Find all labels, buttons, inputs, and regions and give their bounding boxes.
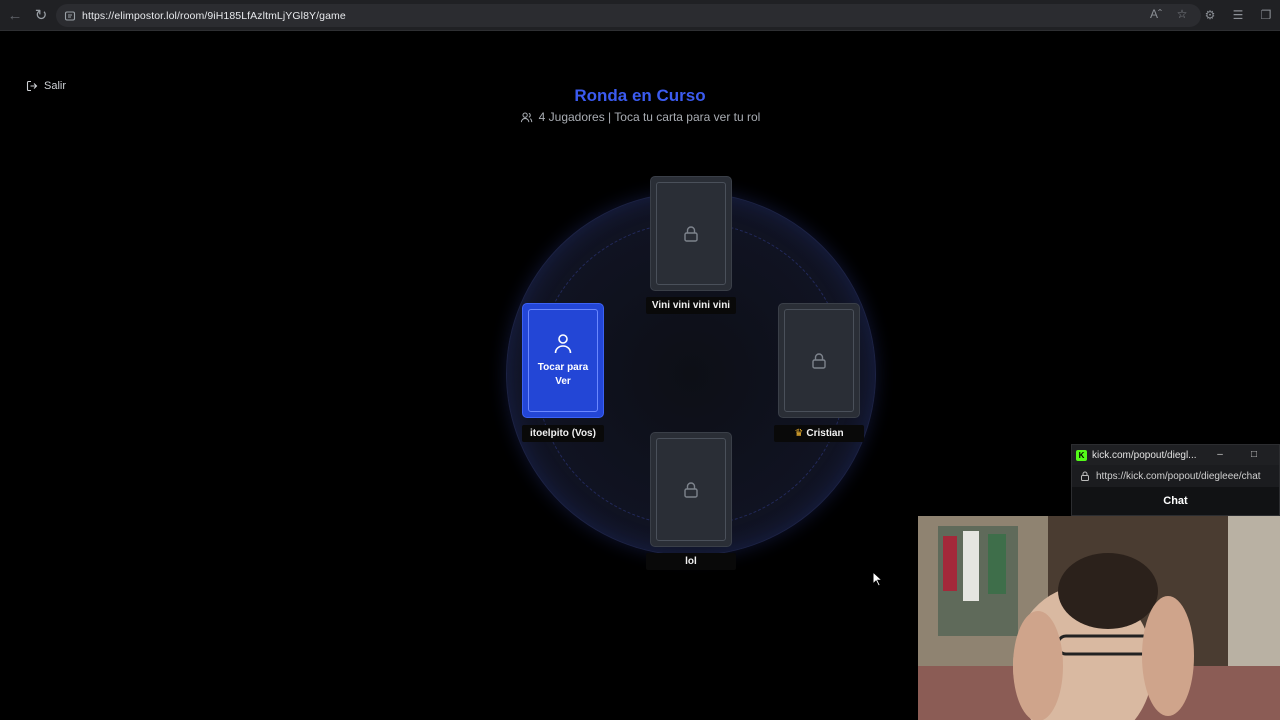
- player-name-me: itoelpito (Vos): [522, 425, 604, 442]
- kick-logo-icon: K: [1076, 449, 1087, 461]
- favorites-icon[interactable]: ☰: [1230, 7, 1246, 23]
- site-info-icon[interactable]: [64, 10, 76, 22]
- url-text: https://elimpostor.lol/room/9iH185LfAzlt…: [82, 9, 346, 22]
- lock-icon: [1081, 471, 1089, 481]
- favorite-star-icon[interactable]: ☆: [1174, 6, 1190, 22]
- page-title: Ronda en Curso: [574, 86, 706, 105]
- my-card[interactable]: Tocar para Ver: [522, 303, 604, 418]
- maximize-icon[interactable]: □: [1248, 449, 1260, 460]
- player-name-right-label: Cristian: [806, 428, 844, 439]
- player-name-top: Vini vini vini vini: [646, 297, 736, 314]
- browser-toolbar: ← ↻ https://elimpostor.lol/room/9iH185Lf…: [0, 0, 1280, 31]
- minimize-icon[interactable]: –: [1214, 449, 1226, 460]
- mouse-cursor-icon: [872, 571, 884, 587]
- player-card-top[interactable]: [650, 176, 732, 291]
- player-card-bottom[interactable]: [650, 432, 732, 547]
- lock-icon: [812, 352, 826, 369]
- users-icon: [520, 112, 532, 122]
- crown-icon: ♛: [794, 428, 804, 439]
- user-icon: [554, 333, 572, 353]
- player-name-right: ♛ Cristian: [774, 425, 864, 442]
- popout-title: kick.com/popout/diegl...: [1092, 449, 1197, 461]
- reload-icon[interactable]: ↻: [28, 2, 54, 28]
- chat-popout-window[interactable]: K kick.com/popout/diegl... – □ https://k…: [1071, 444, 1280, 516]
- player-name-bottom: lol: [646, 553, 736, 570]
- round-subtitle: 4 Jugadores | Toca tu carta para ver tu …: [538, 110, 761, 124]
- webcam-image: [918, 516, 1280, 720]
- address-bar[interactable]: https://elimpostor.lol/room/9iH185LfAzlt…: [56, 4, 1201, 27]
- chat-header: Chat: [1072, 487, 1279, 515]
- player-card-right[interactable]: [778, 303, 860, 418]
- read-aloud-icon[interactable]: Aˆ: [1148, 6, 1164, 22]
- round-info: 4 Jugadores | Toca tu carta para ver tu …: [0, 110, 1280, 124]
- popout-address-bar[interactable]: https://kick.com/popout/diegleee/chat: [1072, 465, 1279, 487]
- lock-icon: [684, 225, 698, 242]
- collections-icon[interactable]: ❐: [1258, 7, 1274, 23]
- webcam-overlay: [918, 516, 1280, 720]
- back-arrow-icon[interactable]: ←: [2, 2, 28, 28]
- popout-url: https://kick.com/popout/diegleee/chat: [1096, 470, 1261, 482]
- tap-to-view-label: Tocar para Ver: [537, 361, 589, 387]
- extensions-icon[interactable]: ⚙: [1202, 7, 1218, 23]
- lock-icon: [684, 481, 698, 498]
